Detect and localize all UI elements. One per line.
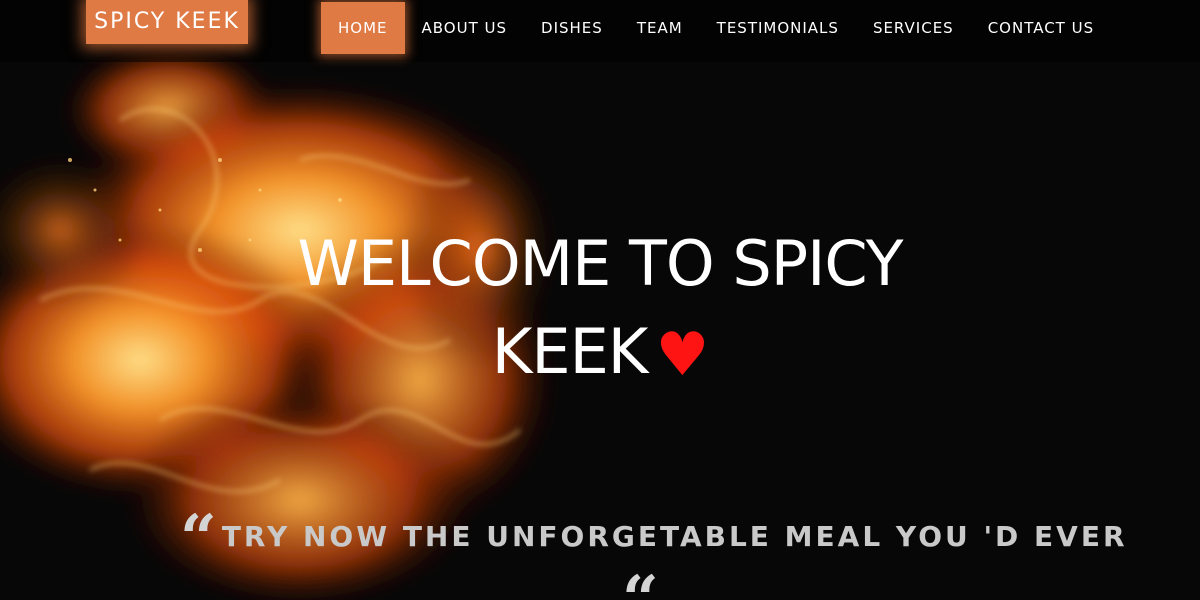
page: SPICY KEEK HOME ABOUT US DISHES TEAM TES… [0,0,1200,600]
top-navigation-bar: SPICY KEEK HOME ABOUT US DISHES TEAM TES… [0,0,1200,62]
main-nav: HOME ABOUT US DISHES TEAM TESTIMONIALS S… [321,2,1111,54]
open-quote-icon: “ [180,501,220,576]
heart-icon: ♥ [655,319,709,390]
hero-tagline-text: TRY NOW THE UNFORGETABLE MEAL YOU 'D EVE… [221,520,1128,553]
nav-item-dishes[interactable]: DISHES [524,2,620,54]
nav-item-home[interactable]: HOME [321,2,405,54]
nav-item-about-us[interactable]: ABOUT US [405,2,525,54]
site-logo[interactable]: SPICY KEEK [86,0,248,44]
nav-item-team[interactable]: TEAM [620,2,700,54]
close-quote-icon: “ [622,562,659,600]
nav-item-contact-us[interactable]: CONTACT US [971,2,1111,54]
hero-title: WELCOME TO SPICY KEEK ♥ [250,220,950,399]
nav-item-testimonials[interactable]: TESTIMONIALS [700,2,856,54]
hero-tagline: “TRY NOW THE UNFORGETABLE MEAL YOU 'D EV… [180,501,1125,576]
hero-title-line1: WELCOME TO SPICY [297,226,904,300]
nav-item-services[interactable]: SERVICES [856,2,971,54]
hero-title-line2: KEEK [491,314,649,388]
